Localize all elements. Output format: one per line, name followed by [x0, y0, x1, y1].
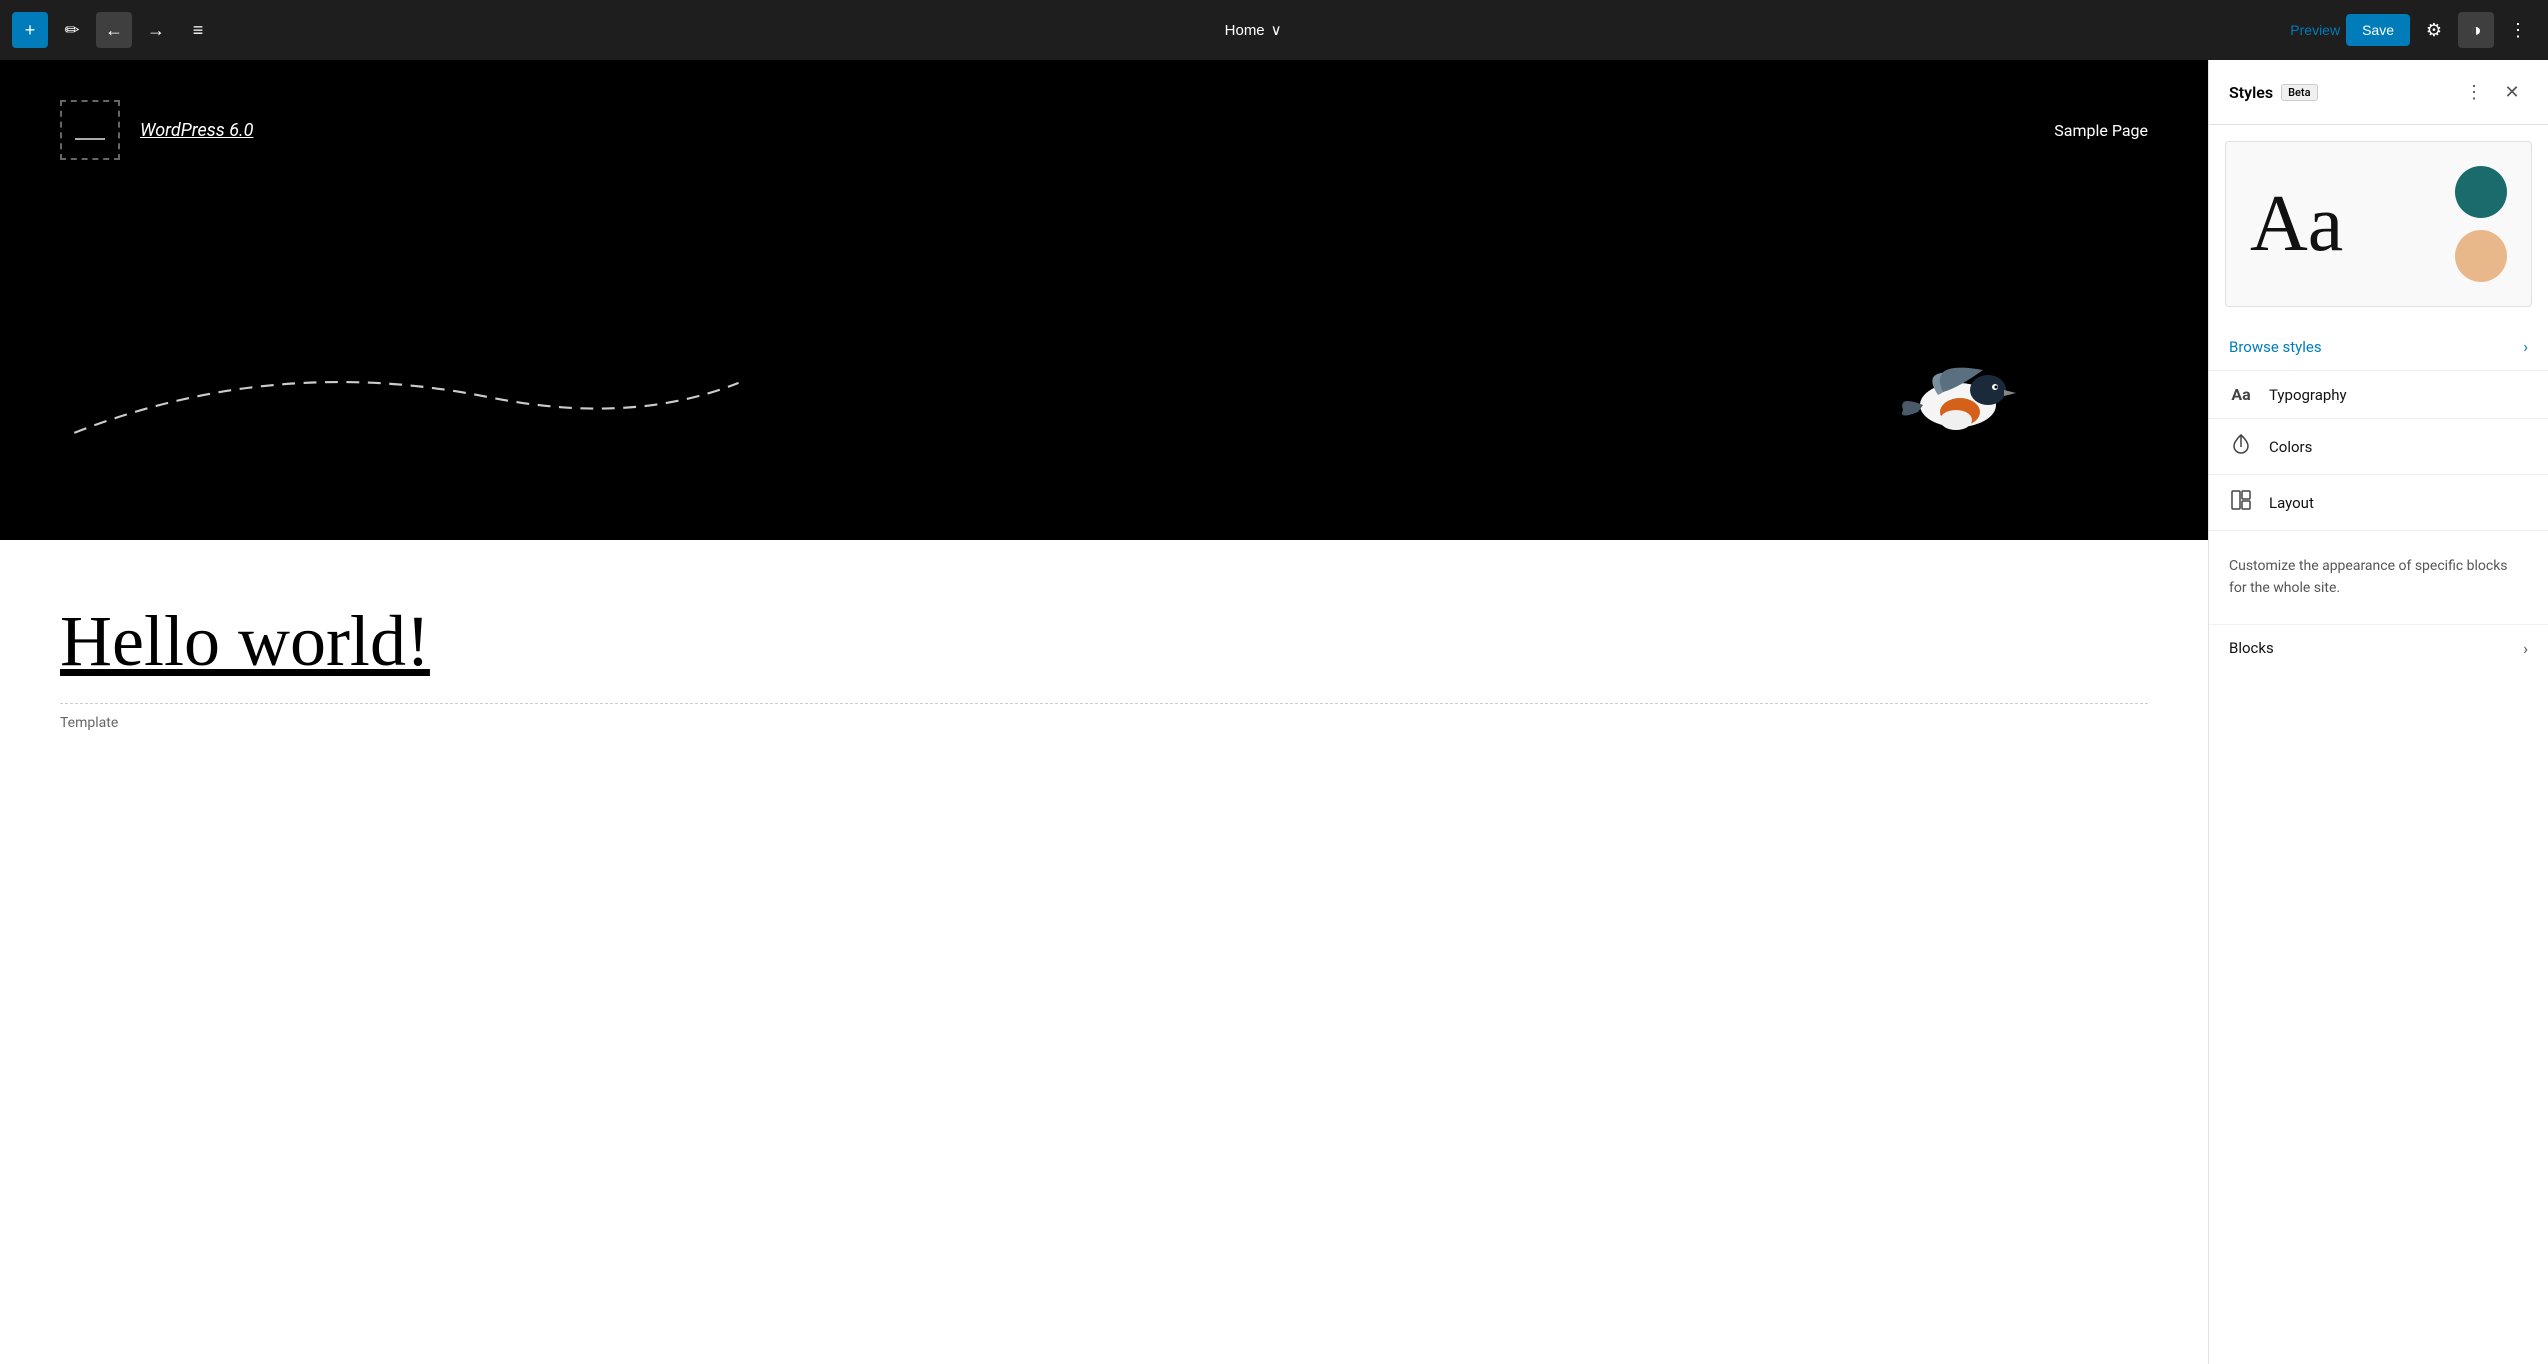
sidebar-title: Styles — [2229, 83, 2273, 102]
save-button[interactable]: Save — [2346, 14, 2410, 46]
chevron-down-icon: ∨ — [1271, 21, 1282, 39]
style-preview-card: Aa — [2225, 141, 2532, 307]
more-icon: ⋮ — [2509, 20, 2527, 41]
typography-menu-item[interactable]: Aa Typography — [2209, 371, 2548, 419]
browse-styles-label: Browse styles — [2229, 338, 2523, 356]
logo-placeholder-inner — [75, 120, 105, 140]
toolbar-center: Home ∨ — [222, 21, 2284, 39]
styles-sidebar: Styles Beta ⋮ ✕ Aa Browse styles › — [2208, 60, 2548, 1364]
sidebar-close-icon: ✕ — [2504, 82, 2519, 103]
layout-icon — [2229, 489, 2253, 516]
sidebar-more-button[interactable]: ⋮ — [2458, 76, 2490, 108]
template-label: Template — [60, 715, 118, 731]
colors-menu-item[interactable]: Colors — [2209, 419, 2548, 475]
settings-icon: ⚙ — [2426, 20, 2442, 41]
color-circle-dark — [2455, 166, 2507, 218]
site-title: WordPress 6.0 — [140, 120, 253, 141]
hello-world-heading: Hello world! — [60, 600, 2148, 683]
edit-button[interactable]: ✏ — [54, 12, 90, 48]
blocks-row[interactable]: Blocks › — [2209, 625, 2548, 672]
color-circles — [2455, 166, 2507, 282]
sidebar-header: Styles Beta ⋮ ✕ — [2209, 60, 2548, 125]
dashed-path-svg — [60, 340, 846, 440]
site-nav: Sample Page — [2054, 121, 2148, 140]
sidebar-more-icon: ⋮ — [2465, 82, 2483, 103]
add-icon: + — [25, 20, 36, 41]
bottom-divider: Template — [60, 703, 2148, 731]
page-title-label: Home — [1225, 22, 1265, 39]
site-logo — [60, 100, 120, 160]
redo-button[interactable]: → — [138, 12, 174, 48]
main-area: WordPress 6.0 Sample Page — [0, 60, 2548, 1364]
settings-button[interactable]: ⚙ — [2416, 12, 2452, 48]
browse-styles-chevron: › — [2523, 337, 2528, 356]
edit-icon: ✏ — [64, 20, 79, 41]
site-header: WordPress 6.0 Sample Page — [60, 100, 2148, 160]
colors-label: Colors — [2269, 438, 2312, 456]
typography-icon: Aa — [2229, 385, 2253, 404]
layout-label: Layout — [2269, 494, 2314, 512]
toolbar-right: Preview Save ⚙ ◑ ⋮ — [2290, 12, 2536, 48]
blocks-chevron: › — [2523, 639, 2528, 658]
sidebar-header-actions: ⋮ ✕ — [2458, 76, 2528, 108]
menu-icon: ≡ — [193, 20, 204, 41]
color-circle-light — [2455, 230, 2507, 282]
bird-area — [60, 200, 2148, 500]
browse-styles-row[interactable]: Browse styles › — [2209, 323, 2548, 371]
preview-button[interactable]: Preview — [2290, 22, 2340, 38]
page-title-button[interactable]: Home ∨ — [1225, 21, 1282, 39]
bird-svg — [1888, 340, 2028, 460]
canvas-inner: WordPress 6.0 Sample Page — [0, 60, 2208, 1364]
dark-mode-button[interactable]: ◑ — [2458, 12, 2494, 48]
add-block-button[interactable]: + — [12, 12, 48, 48]
hero-section: WordPress 6.0 Sample Page — [0, 60, 2208, 540]
more-options-button[interactable]: ⋮ — [2500, 12, 2536, 48]
toolbar: + ✏ ← → ≡ Home ∨ Preview Save ⚙ ◑ ⋮ — [0, 0, 2548, 60]
customize-text: Customize the appearance of specific blo… — [2209, 531, 2548, 625]
typography-label: Typography — [2269, 386, 2347, 404]
layout-menu-item[interactable]: Layout — [2209, 475, 2548, 531]
menu-button[interactable]: ≡ — [180, 12, 216, 48]
beta-badge: Beta — [2281, 84, 2317, 101]
dark-mode-icon: ◑ — [2471, 20, 2482, 41]
undo-button[interactable]: ← — [96, 12, 132, 48]
sidebar-close-button[interactable]: ✕ — [2496, 76, 2528, 108]
style-aa-label: Aa — [2250, 179, 2343, 270]
canvas: WordPress 6.0 Sample Page — [0, 60, 2208, 1364]
redo-icon: → — [147, 20, 165, 41]
colors-icon — [2229, 433, 2253, 460]
undo-icon: ← — [105, 20, 123, 41]
blocks-label: Blocks — [2229, 639, 2523, 657]
content-section: Hello world! Template — [0, 540, 2208, 1364]
